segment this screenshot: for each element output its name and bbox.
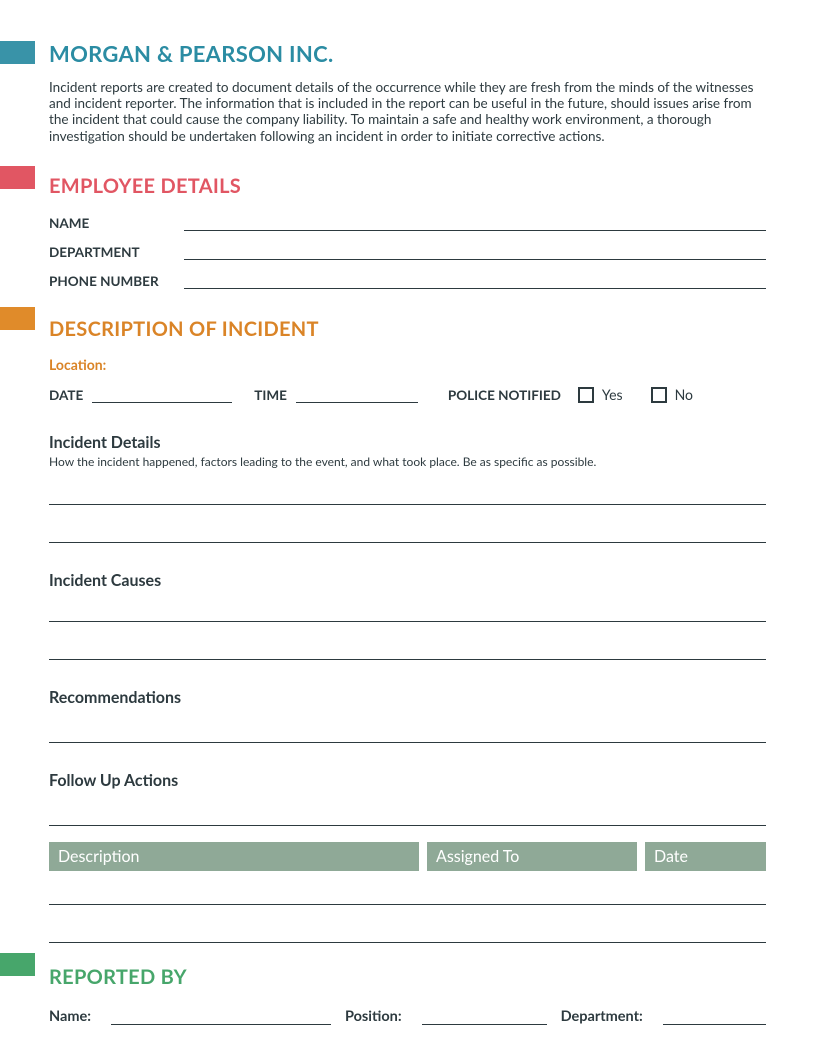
name-input-line[interactable] (184, 213, 766, 231)
department-input-line[interactable] (184, 242, 766, 260)
document-content: MORGAN & PEARSON INC. Incident reports a… (0, 0, 816, 1025)
incident-description-section: DESCRIPTION OF INCIDENT Location: DATE T… (49, 317, 766, 943)
yes-checkbox[interactable] (578, 387, 594, 403)
reporter-department-line[interactable] (663, 1007, 766, 1025)
reported-by-section: REPORTED BY Name: Position: Department: (49, 965, 766, 1025)
th-description: Description (49, 842, 419, 871)
reported-section-heading: REPORTED BY (49, 965, 766, 989)
accent-block-orange (0, 307, 35, 330)
incident-details-subtext: How the incident happened, factors leadi… (49, 454, 766, 469)
date-label: DATE (49, 387, 83, 403)
reporter-name-line[interactable] (111, 1007, 331, 1025)
police-notified-label: POLICE NOTIFIED (448, 387, 561, 403)
followup-line-1[interactable] (49, 812, 766, 826)
recommendations-heading: Recommendations (49, 688, 766, 707)
reporter-department-label: Department: (561, 1008, 643, 1025)
incident-section-heading: DESCRIPTION OF INCIDENT (49, 317, 766, 341)
location-label: Location: (49, 356, 766, 373)
th-date: Date (645, 842, 766, 871)
date-input-line[interactable] (92, 385, 232, 403)
th-assigned-to: Assigned To (427, 842, 637, 871)
causes-line-2[interactable] (49, 646, 766, 660)
accent-block-teal (0, 41, 35, 64)
reporter-name-label: Name: (49, 1008, 91, 1025)
reporter-position-label: Position: (345, 1008, 402, 1025)
incident-causes-heading: Incident Causes (49, 571, 766, 590)
yes-label: Yes (602, 386, 623, 403)
incident-details-heading: Incident Details (49, 433, 766, 452)
no-checkbox[interactable] (651, 387, 667, 403)
recommendations-line-1[interactable] (49, 729, 766, 743)
details-line-2[interactable] (49, 529, 766, 543)
table-row-line-1[interactable] (49, 891, 766, 905)
accent-block-red (0, 166, 35, 189)
employee-section-heading: EMPLOYEE DETAILS (49, 174, 766, 198)
accent-block-green (0, 953, 35, 976)
department-label: DEPARTMENT (49, 244, 184, 260)
followup-table-header: Description Assigned To Date (49, 842, 766, 871)
phone-label: PHONE NUMBER (49, 273, 184, 289)
details-line-1[interactable] (49, 491, 766, 505)
employee-details-section: EMPLOYEE DETAILS NAME DEPARTMENT PHONE N… (49, 174, 766, 289)
table-row-line-2[interactable] (49, 929, 766, 943)
company-heading: MORGAN & PEARSON INC. (49, 40, 766, 67)
causes-line-1[interactable] (49, 608, 766, 622)
time-label: TIME (254, 387, 287, 403)
reporter-position-line[interactable] (422, 1007, 547, 1025)
followup-heading: Follow Up Actions (49, 771, 766, 790)
intro-paragraph: Incident reports are created to document… (49, 79, 766, 144)
time-input-line[interactable] (296, 385, 418, 403)
no-label: No (675, 386, 693, 403)
phone-input-line[interactable] (184, 271, 766, 289)
name-label: NAME (49, 215, 184, 231)
